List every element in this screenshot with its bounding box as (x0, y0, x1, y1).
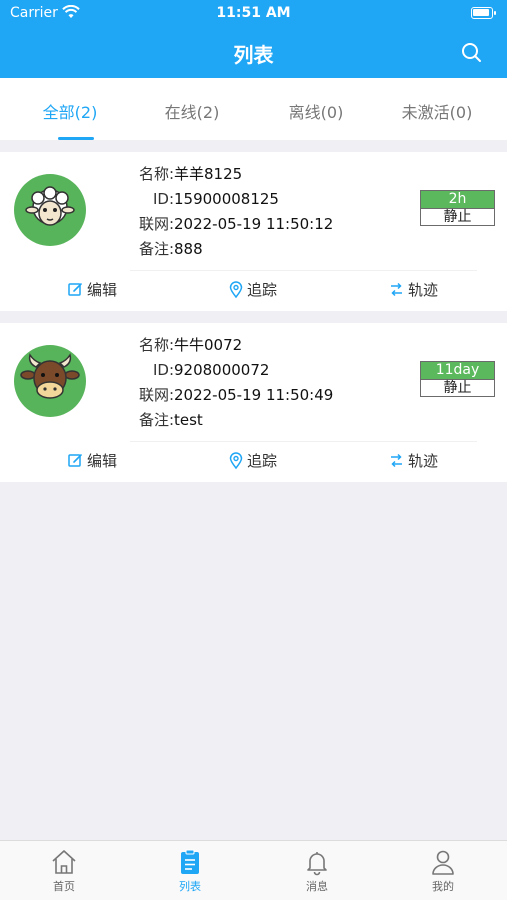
tabbar-home-label: 首页 (53, 880, 75, 893)
location-pin-icon (229, 451, 243, 469)
tab-offline[interactable]: 离线(0) (253, 78, 379, 140)
device-info: 名称:羊羊8125 ID:15900008125 联网:2022-05-19 1… (130, 162, 333, 262)
device-id: 9208000072 (174, 361, 270, 379)
route-icon (391, 453, 402, 468)
tab-online[interactable]: 在线(2) (129, 78, 255, 140)
sheep-icon (14, 174, 86, 246)
edit-label: 编辑 (87, 452, 118, 470)
divider (130, 441, 477, 442)
device-id: 15900008125 (174, 190, 279, 208)
user-icon (432, 850, 454, 875)
edit-label: 编辑 (87, 281, 118, 299)
trail-label: 轨迹 (408, 281, 439, 299)
name-label: 名称: (138, 336, 174, 354)
tabbar-profile[interactable]: 我的 (380, 847, 506, 894)
tab-inactive[interactable]: 未激活(0) (374, 78, 500, 140)
tabbar-profile-label: 我的 (432, 880, 454, 893)
id-label: ID: (152, 361, 174, 379)
bottom-tab-bar: 首页 列表 消息 我的 (0, 840, 507, 900)
device-note: 888 (174, 240, 203, 258)
device-name: 羊羊8125 (174, 165, 243, 183)
edit-icon (68, 454, 82, 467)
status-time: 11:51 AM (216, 5, 291, 21)
page-title: 列表 (233, 43, 274, 67)
tabbar-home[interactable]: 首页 (1, 847, 127, 894)
edit-button[interactable]: 编辑 (67, 450, 117, 471)
filter-tabs: 全部(2) 在线(2) 离线(0) 未激活(0) (0, 78, 507, 140)
track-button[interactable]: 追踪 (228, 450, 277, 471)
trail-label: 轨迹 (408, 452, 439, 470)
status-state: 静止 (421, 208, 494, 225)
net-label: 联网: (138, 215, 174, 233)
status-state: 静止 (421, 379, 494, 396)
tabbar-list-label: 列表 (179, 880, 201, 893)
edit-icon (68, 283, 82, 296)
status-bar: Carrier 11:51 AM (0, 0, 507, 28)
tab-all-label: 全部(2) (42, 103, 98, 122)
home-icon (52, 850, 76, 874)
divider (130, 270, 477, 271)
id-label: ID: (152, 190, 174, 208)
tab-online-label: 在线(2) (164, 103, 220, 122)
tabbar-messages[interactable]: 消息 (254, 847, 380, 894)
device-actions: 编辑 追踪 轨迹 (0, 447, 507, 477)
tabbar-list[interactable]: 列表 (127, 847, 253, 894)
device-net-time: 2022-05-19 11:50:12 (174, 215, 334, 233)
bell-icon (307, 852, 327, 876)
note-label: 备注: (138, 240, 174, 258)
cow-icon (14, 345, 86, 417)
nav-bar: 列表 (0, 28, 507, 78)
status-badge: 2h 静止 (420, 190, 495, 226)
tab-all[interactable]: 全部(2) (7, 78, 133, 140)
tab-inactive-label: 未激活(0) (401, 103, 473, 122)
status-duration: 2h (421, 191, 494, 208)
battery-icon (471, 7, 496, 19)
edit-button[interactable]: 编辑 (67, 279, 117, 300)
net-label: 联网: (138, 386, 174, 404)
trail-button[interactable]: 轨迹 (388, 450, 438, 471)
location-pin-icon (229, 280, 243, 298)
device-actions: 编辑 追踪 轨迹 (0, 276, 507, 306)
trail-button[interactable]: 轨迹 (388, 279, 438, 300)
track-label: 追踪 (247, 281, 278, 299)
device-info: 名称:牛牛0072 ID:9208000072 联网:2022-05-19 11… (130, 333, 333, 433)
device-card[interactable]: 名称:羊羊8125 ID:15900008125 联网:2022-05-19 1… (0, 152, 507, 311)
device-net-time: 2022-05-19 11:50:49 (174, 386, 334, 404)
track-label: 追踪 (247, 452, 278, 470)
status-badge: 11day 静止 (420, 361, 495, 397)
note-label: 备注: (138, 411, 174, 429)
track-button[interactable]: 追踪 (228, 279, 277, 300)
device-note: test (174, 411, 203, 429)
search-icon[interactable] (459, 40, 485, 66)
tab-active-indicator (58, 137, 94, 140)
device-card[interactable]: 名称:牛牛0072 ID:9208000072 联网:2022-05-19 11… (0, 323, 507, 482)
route-icon (391, 282, 402, 297)
tab-offline-label: 离线(0) (288, 103, 344, 122)
list-icon (181, 849, 199, 874)
device-name: 牛牛0072 (174, 336, 243, 354)
status-duration: 11day (421, 362, 494, 379)
tabbar-messages-label: 消息 (306, 880, 328, 893)
name-label: 名称: (138, 165, 174, 183)
